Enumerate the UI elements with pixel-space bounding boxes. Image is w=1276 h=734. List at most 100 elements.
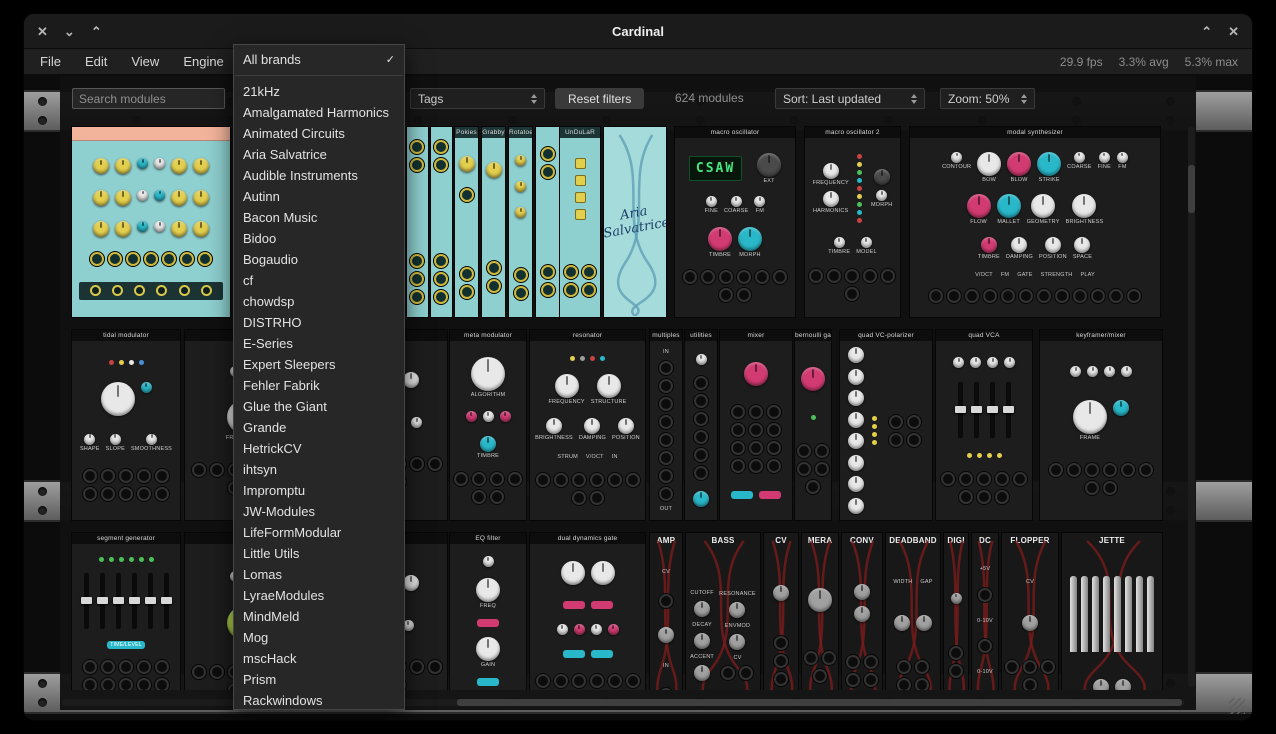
module-tile[interactable]: quad VCA: [936, 330, 1032, 520]
knob-icon[interactable]: [916, 615, 932, 631]
knob-icon[interactable]: [115, 221, 131, 237]
port-icon[interactable]: [774, 654, 788, 668]
port-icon[interactable]: [995, 472, 1009, 486]
knob-icon[interactable]: [696, 354, 707, 365]
port-icon[interactable]: [179, 285, 190, 296]
knob-icon[interactable]: [193, 221, 209, 237]
port-icon[interactable]: [749, 405, 763, 419]
port-icon[interactable]: [101, 487, 115, 501]
module-tile[interactable]: modal synthesizerCONTOURBOWBLOWSTRIKECOA…: [910, 127, 1160, 317]
knob-icon[interactable]: [731, 196, 742, 207]
module-tile[interactable]: resonatorFREQUENCYSTRUCTUREBRIGHTNESSDAM…: [530, 330, 645, 520]
fader-icon[interactable]: [990, 382, 995, 438]
knob-icon[interactable]: [834, 237, 845, 248]
port-icon[interactable]: [119, 678, 133, 690]
knob-icon[interactable]: [154, 190, 165, 201]
port-icon[interactable]: [434, 254, 448, 268]
port-icon[interactable]: [626, 674, 640, 688]
port-icon[interactable]: [822, 651, 836, 665]
port-icon[interactable]: [897, 660, 911, 674]
port-icon[interactable]: [1103, 481, 1117, 495]
port-icon[interactable]: [889, 433, 903, 447]
port-icon[interactable]: [881, 269, 895, 283]
port-icon[interactable]: [959, 490, 973, 504]
port-icon[interactable]: [590, 473, 604, 487]
knob-icon[interactable]: [823, 191, 839, 207]
port-icon[interactable]: [659, 433, 673, 447]
knob-icon[interactable]: [146, 434, 157, 445]
port-icon[interactable]: [137, 469, 151, 483]
port-icon[interactable]: [731, 459, 745, 473]
port-icon[interactable]: [767, 441, 781, 455]
port-icon[interactable]: [897, 678, 911, 690]
knob-icon[interactable]: [694, 633, 710, 649]
port-icon[interactable]: [915, 678, 929, 690]
knob-icon[interactable]: [476, 637, 500, 661]
port-icon[interactable]: [659, 688, 673, 690]
port-icon[interactable]: [773, 270, 787, 284]
port-icon[interactable]: [162, 252, 176, 266]
port-icon[interactable]: [112, 285, 123, 296]
port-icon[interactable]: [156, 285, 167, 296]
fader-icon[interactable]: [132, 573, 137, 629]
module-tile[interactable]: Pokies: [455, 127, 478, 317]
port-icon[interactable]: [460, 285, 474, 299]
brand-menu-item[interactable]: All brands✓: [234, 49, 404, 70]
knob-icon[interactable]: [193, 190, 209, 206]
port-icon[interactable]: [564, 265, 578, 279]
port-icon[interactable]: [889, 415, 903, 429]
brand-menu-item[interactable]: Audible Instruments: [234, 165, 404, 186]
knob-icon[interactable]: [515, 181, 526, 192]
port-icon[interactable]: [737, 270, 751, 284]
knob-icon[interactable]: [93, 158, 109, 174]
port-icon[interactable]: [659, 594, 673, 608]
port-icon[interactable]: [572, 674, 586, 688]
port-icon[interactable]: [1127, 289, 1141, 303]
port-icon[interactable]: [410, 290, 424, 304]
knob-icon[interactable]: [597, 374, 621, 398]
brand-menu-item[interactable]: mscHack: [234, 648, 404, 669]
module-tile[interactable]: tidal modulatorSHAPESLOPESMOOTHNESS: [72, 330, 180, 520]
brand-menu-item[interactable]: MindMeld: [234, 606, 404, 627]
port-icon[interactable]: [487, 279, 501, 293]
knob-icon[interactable]: [951, 593, 962, 604]
knob-icon[interactable]: [1022, 615, 1038, 631]
knob-icon[interactable]: [193, 158, 209, 174]
port-icon[interactable]: [490, 490, 504, 504]
search-input[interactable]: [72, 88, 225, 109]
resize-grip-icon[interactable]: [1229, 698, 1245, 714]
fader-icon[interactable]: [100, 573, 105, 629]
knob-icon[interactable]: [823, 163, 839, 179]
port-icon[interactable]: [201, 285, 212, 296]
module-tile[interactable]: bernoulli gate: [795, 330, 831, 520]
port-icon[interactable]: [192, 665, 206, 679]
port-icon[interactable]: [434, 140, 448, 154]
port-icon[interactable]: [694, 430, 708, 444]
knob-icon[interactable]: [970, 357, 981, 368]
port-icon[interactable]: [1037, 289, 1051, 303]
port-icon[interactable]: [845, 269, 859, 283]
knob-icon[interactable]: [773, 585, 789, 601]
port-icon[interactable]: [155, 487, 169, 501]
port-icon[interactable]: [804, 651, 818, 665]
port-icon[interactable]: [434, 272, 448, 286]
menu-view[interactable]: View: [127, 52, 163, 71]
menu-file[interactable]: File: [36, 52, 65, 71]
port-icon[interactable]: [83, 487, 97, 501]
module-tile[interactable]: DEADBANDWIDTHGAP: [886, 533, 940, 690]
knob-icon[interactable]: [476, 578, 500, 602]
knob-icon[interactable]: [987, 357, 998, 368]
knob-icon[interactable]: [115, 190, 131, 206]
knob-icon[interactable]: [953, 357, 964, 368]
port-icon[interactable]: [731, 405, 745, 419]
port-icon[interactable]: [119, 487, 133, 501]
port-icon[interactable]: [1041, 660, 1055, 674]
port-icon[interactable]: [137, 678, 151, 690]
port-icon[interactable]: [1085, 481, 1099, 495]
port-icon[interactable]: [915, 660, 929, 674]
port-icon[interactable]: [739, 666, 753, 680]
port-icon[interactable]: [83, 678, 97, 690]
fader-icon[interactable]: [958, 382, 963, 438]
brand-menu-item[interactable]: cf: [234, 270, 404, 291]
port-icon[interactable]: [428, 457, 442, 471]
